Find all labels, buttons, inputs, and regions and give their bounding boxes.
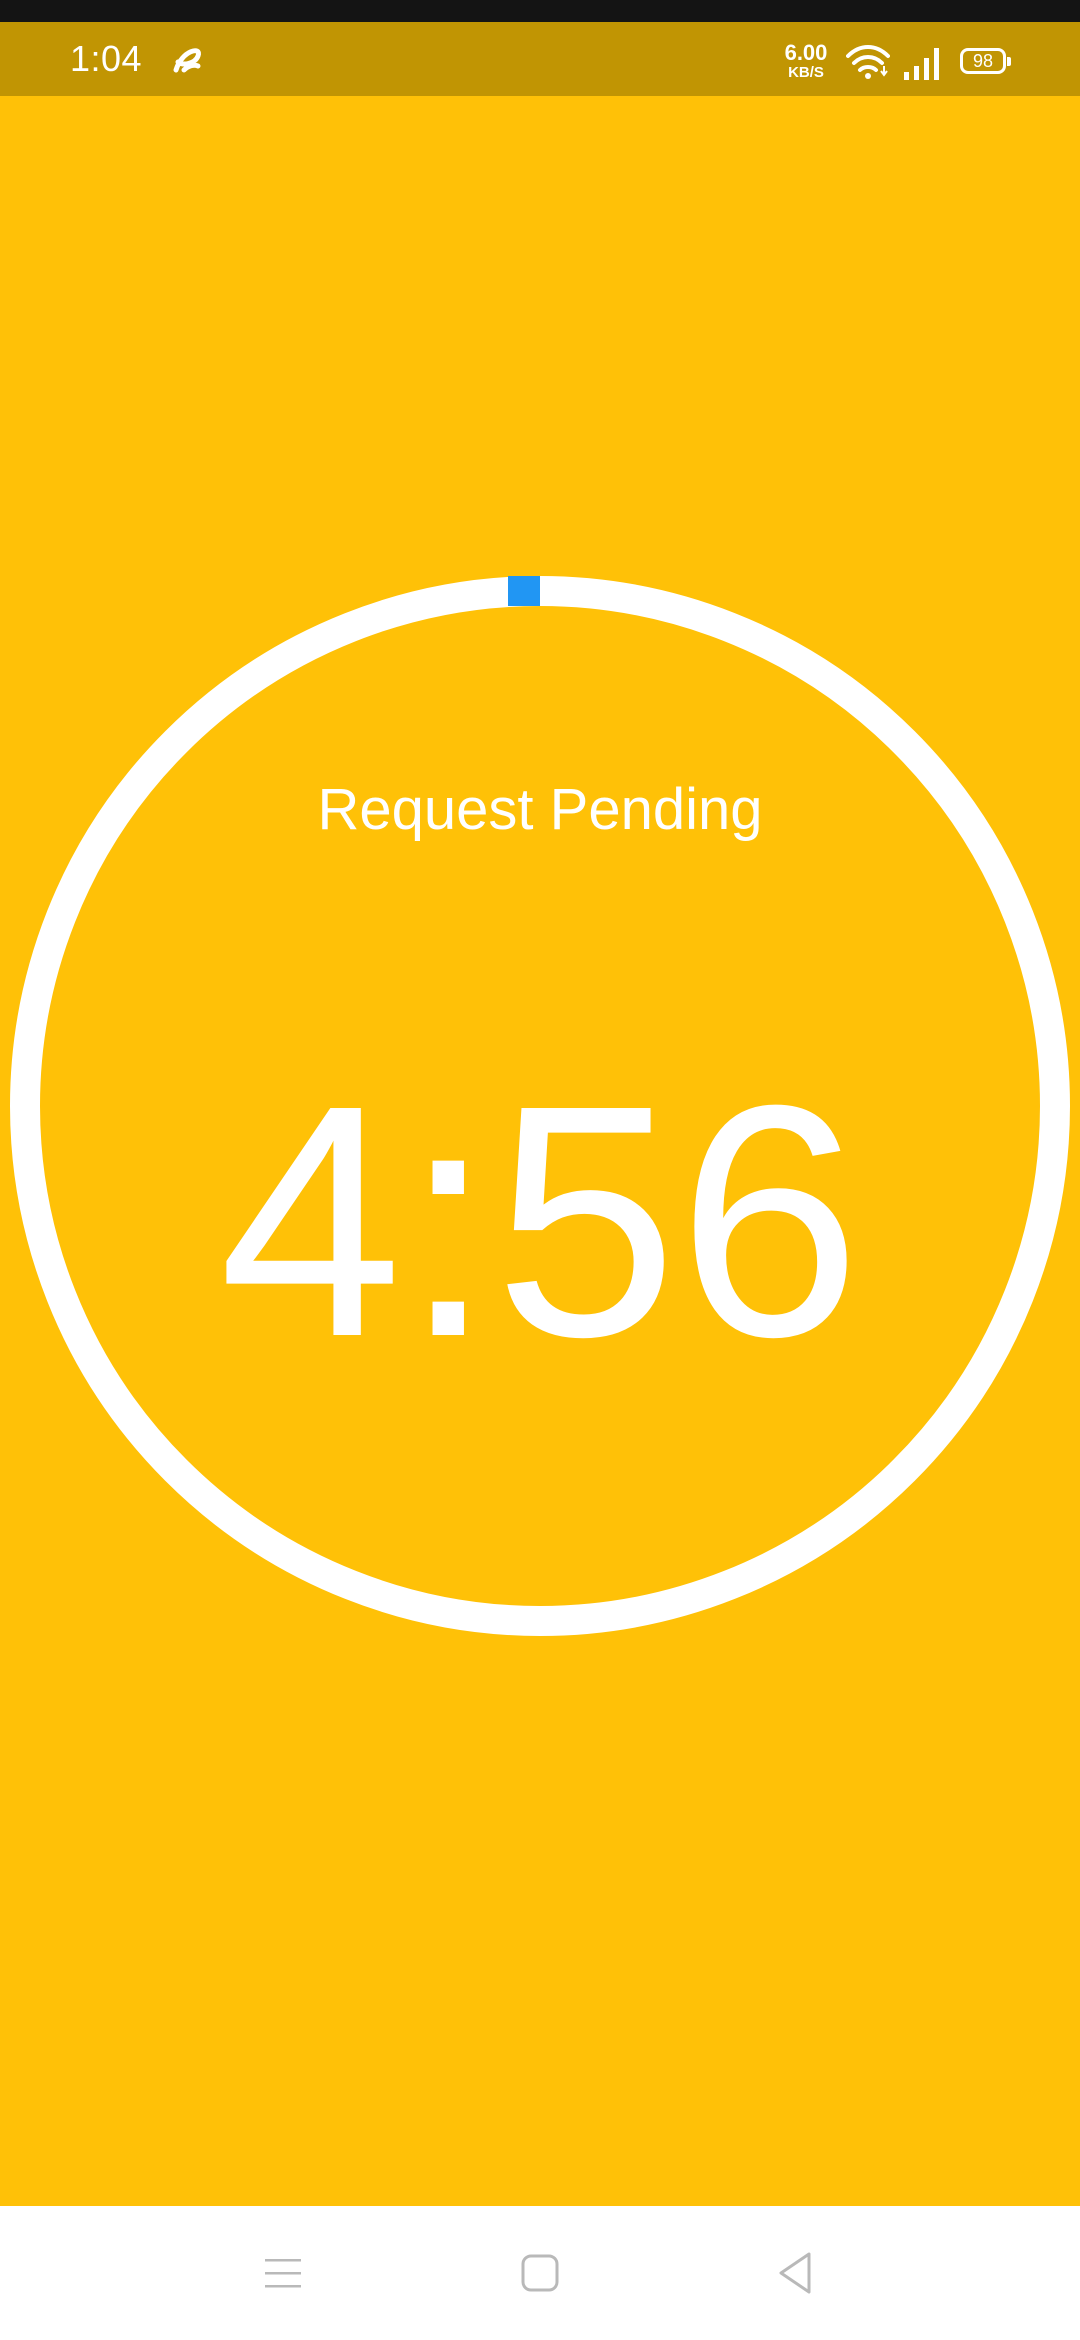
network-speed-value: 6.00 bbox=[784, 40, 828, 65]
back-button[interactable] bbox=[760, 2238, 830, 2308]
status-time: 1:04 bbox=[70, 38, 143, 79]
network-speed-unit: KB/S bbox=[788, 64, 824, 81]
timer-screen: Request Pending 4:56 bbox=[0, 96, 1080, 2206]
recent-apps-button[interactable] bbox=[248, 2238, 318, 2308]
home-icon bbox=[521, 2254, 559, 2292]
navigation-bar bbox=[0, 2206, 1080, 2340]
countdown-timer: 4:56 bbox=[218, 1036, 862, 1405]
back-icon bbox=[779, 2252, 811, 2294]
wifi-icon bbox=[846, 45, 890, 79]
request-status-label: Request Pending bbox=[317, 777, 763, 842]
status-bar: 1:04 6.00 KB/S 98 bbox=[0, 22, 1080, 96]
battery-icon: 98 bbox=[960, 48, 1011, 74]
ring-progress-marker bbox=[508, 576, 540, 606]
battery-level: 98 bbox=[972, 51, 994, 71]
home-button[interactable] bbox=[505, 2238, 575, 2308]
network-speed: 6.00 KB/S bbox=[780, 40, 832, 81]
menu-icon bbox=[265, 2259, 301, 2288]
signal-icon bbox=[904, 48, 939, 80]
carrier-icon bbox=[173, 48, 201, 73]
top-system-strip bbox=[0, 0, 1080, 22]
